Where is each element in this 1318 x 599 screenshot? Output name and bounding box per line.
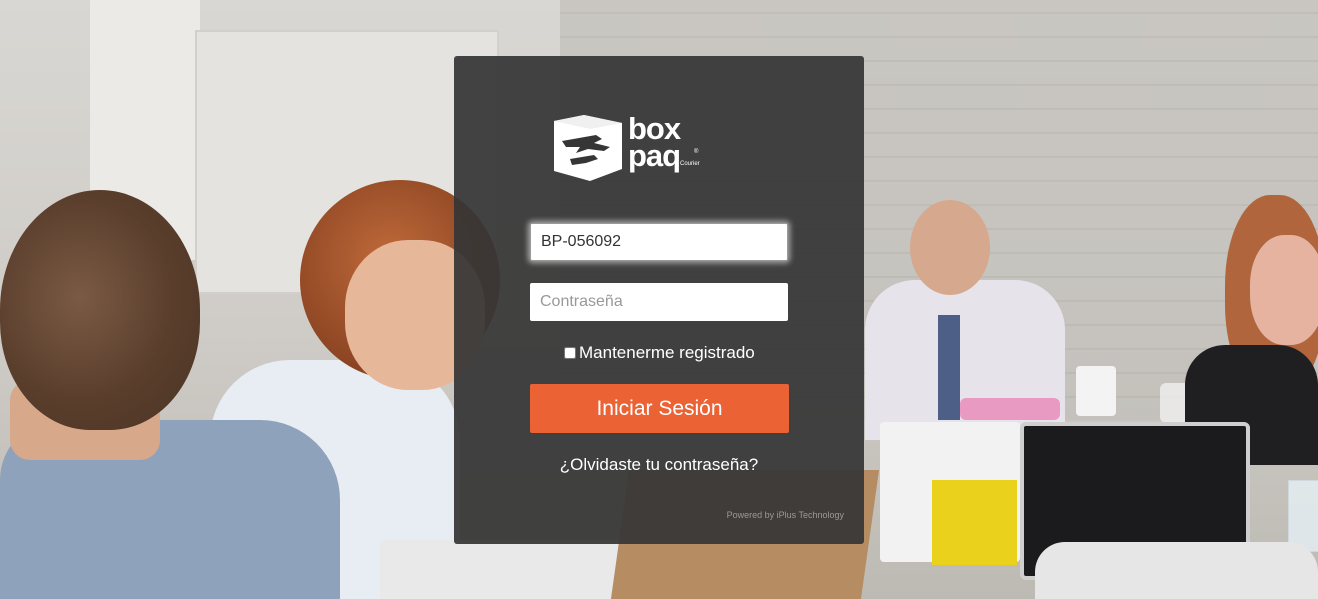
remember-me-checkbox[interactable] [564,347,576,359]
box-cube-icon [554,115,622,181]
login-panel: box paq ® Courier Mantenerme registrado … [454,56,864,544]
remember-me[interactable]: Mantenerme registrado [564,343,755,363]
registered-mark: ® [694,149,699,155]
logo-text-paq: paq [628,138,681,173]
boxpaq-logo: box paq ® Courier [550,113,730,183]
username-field[interactable] [530,223,788,261]
forgot-password-link[interactable]: ¿Olvidaste tu contraseña? [454,455,864,475]
remember-me-label: Mantenerme registrado [579,343,755,362]
password-field[interactable] [530,283,788,321]
powered-by-text: Powered by iPlus Technology [726,510,844,520]
login-button[interactable]: Iniciar Sesión [530,384,789,433]
logo-tagline: Courier [680,161,700,167]
